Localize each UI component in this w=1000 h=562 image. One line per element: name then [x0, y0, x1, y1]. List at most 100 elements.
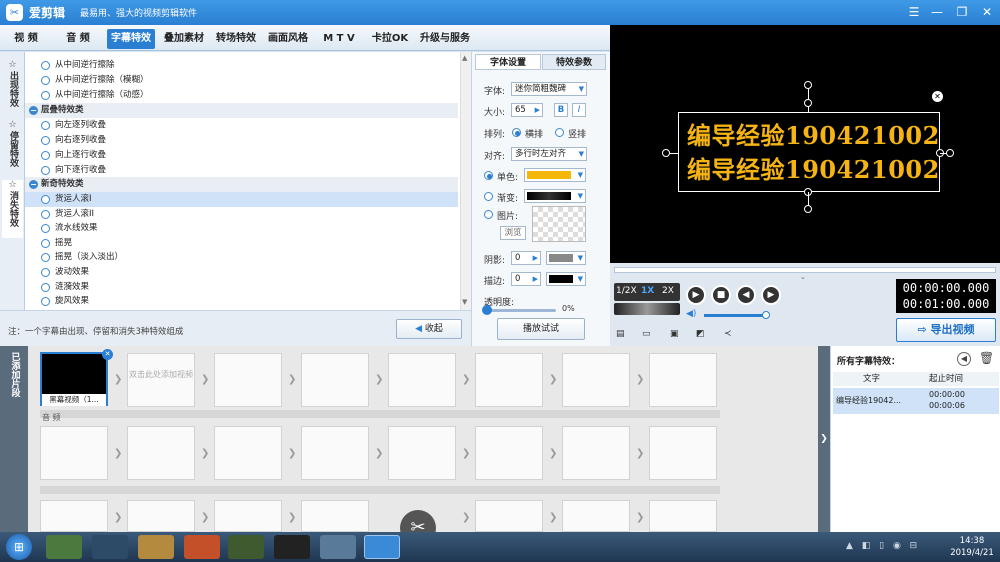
- taskbar-qq-icon[interactable]: [92, 535, 128, 559]
- radio-button[interactable]: [41, 61, 50, 70]
- opacity-slider-handle[interactable]: [482, 305, 492, 315]
- list-item[interactable]: 从中间逆行擦除（动感）: [25, 88, 458, 103]
- empty-slot[interactable]: [214, 426, 282, 480]
- empty-slot[interactable]: [127, 500, 195, 532]
- stroke-value[interactable]: 0 ▶: [511, 272, 541, 286]
- export-video-button[interactable]: ⇨ 导出视频: [896, 318, 996, 342]
- add-video-slot[interactable]: 双击此处添加视频: [127, 353, 195, 407]
- chevron-down-icon[interactable]: ⌄: [800, 273, 806, 281]
- empty-slot[interactable]: [562, 500, 630, 532]
- radio-button[interactable]: [41, 76, 50, 85]
- empty-slot[interactable]: [214, 500, 282, 532]
- taskbar-app-icon[interactable]: [320, 535, 356, 559]
- empty-slot[interactable]: [40, 500, 108, 532]
- list-item[interactable]: 摇晃: [25, 236, 458, 251]
- font-select[interactable]: 迷你简粗魏碑 ▼: [511, 82, 587, 96]
- radio-button[interactable]: [41, 253, 50, 262]
- list-item[interactable]: 波动效果: [25, 265, 458, 280]
- browse-button[interactable]: 浏览: [500, 226, 526, 240]
- radio-button[interactable]: [41, 224, 50, 233]
- list-item[interactable]: 向上逐行收叠: [25, 148, 458, 163]
- tab-overlay[interactable]: 叠加素材: [160, 29, 208, 49]
- tab-upgrade[interactable]: 升级与服务: [416, 29, 474, 49]
- menu-icon[interactable]: ☰: [903, 3, 925, 21]
- trash-icon[interactable]: 🗑: [979, 351, 994, 365]
- resize-handle[interactable]: [804, 205, 812, 213]
- bold-button[interactable]: B: [554, 103, 568, 117]
- rotate-handle[interactable]: [804, 81, 812, 89]
- empty-slot[interactable]: [649, 353, 717, 407]
- solid-color-picker[interactable]: ▼: [524, 168, 586, 182]
- collapse-icon[interactable]: −: [29, 106, 38, 115]
- size-select[interactable]: 65 ▶: [511, 103, 543, 117]
- taskbar-browser-icon[interactable]: [46, 535, 82, 559]
- resize-handle[interactable]: [804, 99, 812, 107]
- list-item[interactable]: 旋风效果: [25, 294, 458, 309]
- radio-button[interactable]: [41, 210, 50, 219]
- shadow-color-picker[interactable]: ▼: [546, 251, 586, 265]
- gradient-picker[interactable]: ▼: [524, 189, 586, 203]
- radio-button[interactable]: [41, 121, 50, 130]
- taskbar-media-icon[interactable]: [228, 535, 264, 559]
- taskbar-firefox-icon[interactable]: [184, 535, 220, 559]
- empty-slot[interactable]: [40, 426, 108, 480]
- minimize-button[interactable]: —: [926, 3, 948, 21]
- radio-button[interactable]: [41, 283, 50, 292]
- align-select[interactable]: 多行时左对齐 ▼: [511, 147, 587, 161]
- empty-slot[interactable]: [475, 500, 543, 532]
- empty-slot[interactable]: [649, 500, 717, 532]
- tab-style[interactable]: 画面风格: [264, 29, 312, 49]
- play-test-button[interactable]: 播放试试: [497, 318, 585, 340]
- delete-caption-icon[interactable]: ✕: [932, 91, 943, 102]
- solid-color-radio[interactable]: [484, 171, 493, 180]
- collapse-button[interactable]: ◀ 收起: [396, 319, 462, 339]
- table-row[interactable]: 编导经验19042... 00:00:00 00:00:06: [833, 388, 999, 414]
- gradient-radio[interactable]: [484, 192, 493, 201]
- taskbar-record-icon[interactable]: [274, 535, 310, 559]
- clip-thumbnail[interactable]: 黑幕视频（1... ✕: [40, 349, 113, 406]
- radio-button[interactable]: [41, 268, 50, 277]
- open-folder-icon[interactable]: ▭: [642, 329, 651, 339]
- list-item-selected[interactable]: 货运人滚I: [25, 192, 458, 207]
- radio-button[interactable]: [41, 151, 50, 160]
- list-item[interactable]: 货运人滚II: [25, 207, 458, 222]
- save-as-icon[interactable]: ◩: [696, 329, 705, 339]
- empty-slot[interactable]: [301, 500, 369, 532]
- empty-slot[interactable]: [562, 353, 630, 407]
- play-icon[interactable]: ▶: [686, 285, 706, 305]
- start-button-icon[interactable]: ⊞: [6, 534, 32, 560]
- radio-button[interactable]: [41, 239, 50, 248]
- empty-slot[interactable]: [649, 426, 717, 480]
- list-group[interactable]: − 层叠特效类: [25, 103, 458, 118]
- restore-button[interactable]: ❐: [951, 3, 973, 21]
- tab-stay-effects[interactable]: ☆ 停留特效: [2, 120, 23, 176]
- taskbar-folder-icon[interactable]: [138, 535, 174, 559]
- shadow-value[interactable]: 0 ▶: [511, 251, 541, 265]
- volume-icon[interactable]: ◀): [686, 309, 696, 319]
- empty-slot[interactable]: [388, 426, 456, 480]
- tab-effect-params[interactable]: 特效参数: [542, 54, 606, 70]
- list-item[interactable]: 向下逐行收叠: [25, 163, 458, 178]
- opacity-slider[interactable]: [486, 309, 556, 312]
- previous-icon[interactable]: ◀: [736, 285, 756, 305]
- empty-slot[interactable]: [475, 426, 543, 480]
- empty-slot[interactable]: [562, 426, 630, 480]
- empty-slot[interactable]: [214, 353, 282, 407]
- tab-font-settings[interactable]: 字体设置: [475, 54, 541, 70]
- empty-slot[interactable]: [127, 426, 195, 480]
- horizontal-radio[interactable]: [512, 128, 521, 137]
- tab-transition[interactable]: 转场特效: [211, 29, 261, 49]
- volume-slider[interactable]: [704, 314, 766, 317]
- list-item[interactable]: 流水线效果: [25, 221, 458, 236]
- tab-disappear-effects[interactable]: ☆ 消失特效: [2, 180, 23, 238]
- stroke-color-picker[interactable]: ▼: [546, 272, 586, 286]
- empty-slot[interactable]: [475, 353, 543, 407]
- new-project-icon[interactable]: ▤: [616, 329, 625, 339]
- close-button[interactable]: ✕: [976, 3, 998, 21]
- tab-video[interactable]: 视 频: [4, 29, 48, 49]
- list-item[interactable]: 向右逐列收叠: [25, 133, 458, 148]
- taskbar-aijianji-icon[interactable]: [364, 535, 400, 559]
- system-tray-icons[interactable]: ▲ ◧ ▯ ◉ ⊟: [846, 541, 938, 553]
- stop-icon[interactable]: ■: [711, 285, 731, 305]
- list-item[interactable]: 从中间逆行擦除（模糊）: [25, 73, 458, 88]
